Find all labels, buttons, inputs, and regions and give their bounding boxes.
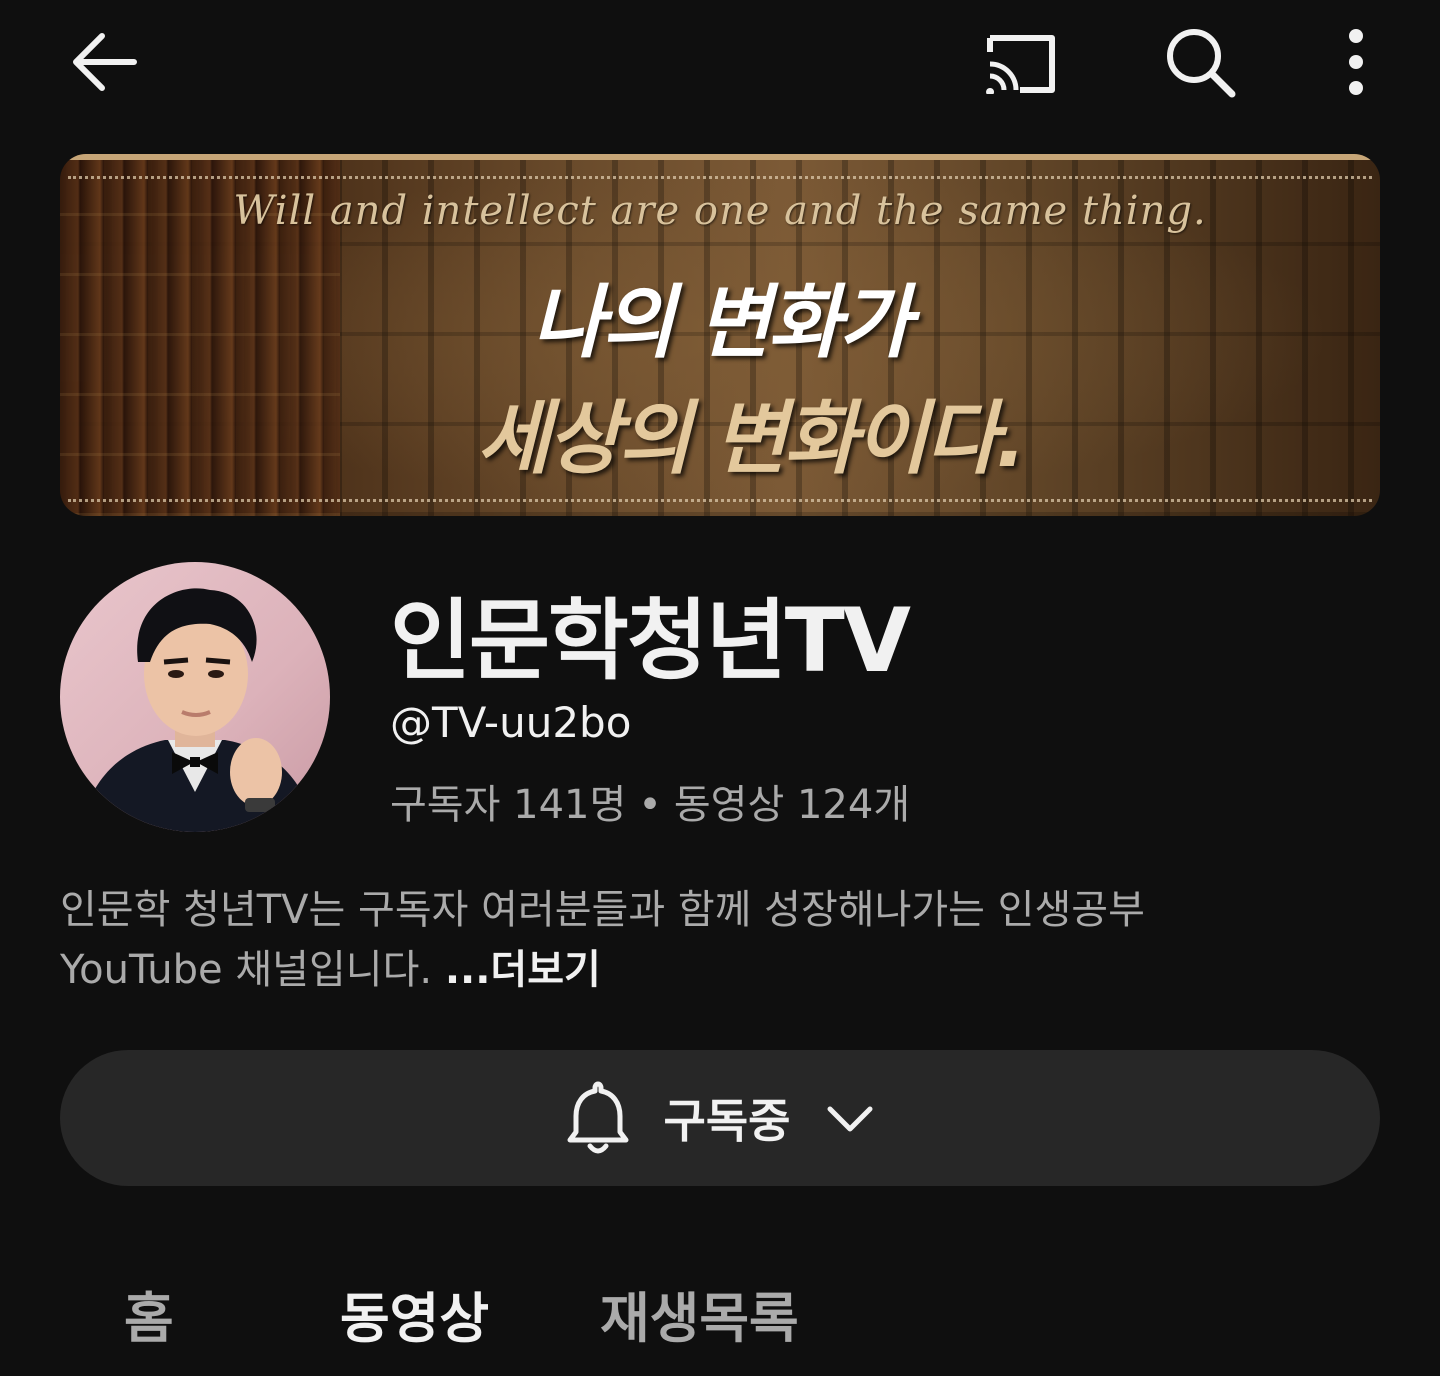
description-line-1: 인문학 청년TV는 구독자 여러분들과 함께 성장해나가는 인생공부 [60, 887, 1145, 933]
search-icon [1167, 29, 1236, 98]
cast-button[interactable] [970, 14, 1066, 110]
channel-tabs: 홈 동영상 재생목록 [0, 1240, 1440, 1376]
channel-stats: 구독자 141명 • 동영상 124개 [390, 772, 910, 830]
subscribed-label: 구독중 [663, 1094, 791, 1148]
channel-banner: Will and intellect are one and the same … [60, 154, 1380, 516]
top-app-bar [0, 0, 1440, 130]
more-vertical-icon [1349, 29, 1363, 95]
tab-home[interactable]: 홈 [124, 1274, 174, 1353]
banner-top-border [60, 154, 1380, 160]
channel-description[interactable]: 인문학 청년TV는 구독자 여러분들과 함께 성장해나가는 인생공부 YouTu… [60, 880, 1380, 1000]
bell-icon [567, 1081, 629, 1154]
subscribed-button[interactable]: 구독중 [60, 1050, 1380, 1186]
stats-separator: • [638, 782, 662, 828]
more-link[interactable]: ...더보기 [445, 947, 601, 993]
avatar-portrait-image [80, 588, 315, 832]
subscriber-count: 구독자 141명 [390, 782, 627, 828]
description-line-2: YouTube 채널입니다. [60, 947, 445, 993]
tab-videos[interactable]: 동영상 [340, 1274, 489, 1353]
banner-headline-1: 나의 변화가 [531, 276, 912, 369]
arrow-left-icon [73, 33, 137, 91]
channel-avatar[interactable] [60, 562, 330, 832]
search-button[interactable] [1152, 14, 1248, 110]
banner-dotted-border-top [68, 176, 1372, 179]
channel-name: 인문학청년TV [390, 589, 911, 692]
banner-quote: Will and intellect are one and the same … [233, 188, 1207, 234]
banner-dotted-border-bottom [68, 499, 1372, 502]
chevron-down-icon [827, 1106, 873, 1132]
video-count: 동영상 124개 [673, 782, 911, 828]
back-button[interactable] [56, 14, 152, 110]
more-options-button[interactable] [1308, 14, 1404, 110]
cast-icon [986, 35, 1055, 94]
tab-playlists[interactable]: 재생목록 [600, 1274, 799, 1353]
banner-headline-2: 세상의 변화이다. [476, 392, 1026, 485]
channel-handle: @TV-uu2bo [390, 698, 632, 747]
